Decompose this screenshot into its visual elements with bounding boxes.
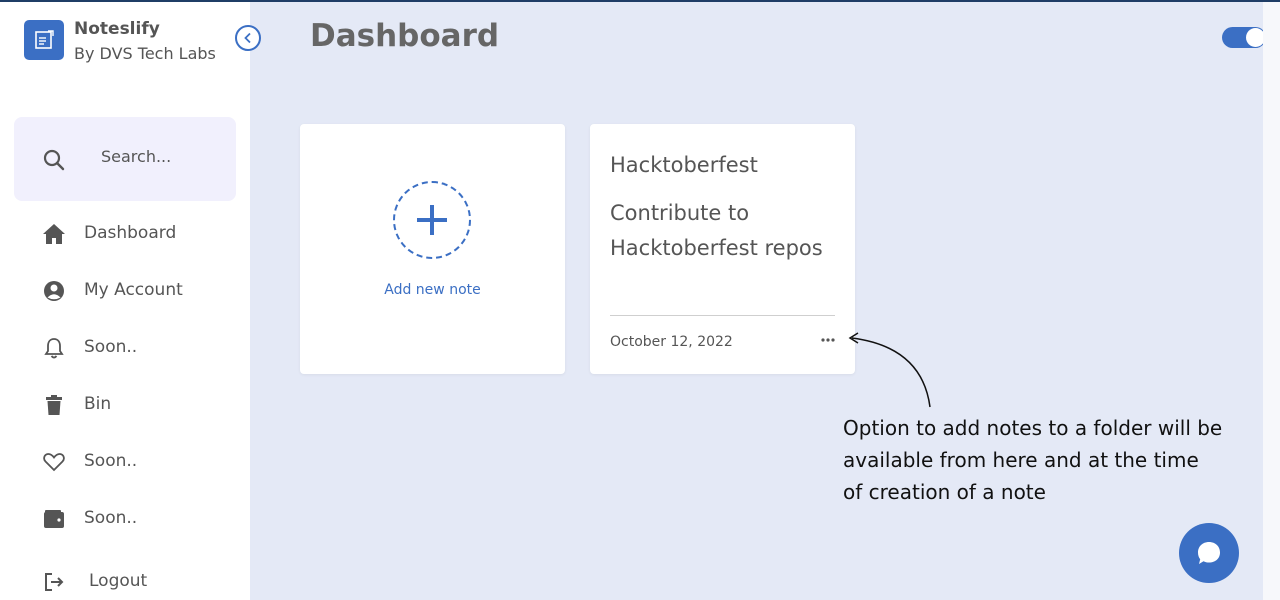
nav-label: Soon.. xyxy=(84,451,138,471)
brand-subtitle: By DVS Tech Labs xyxy=(74,44,216,63)
heart-icon xyxy=(42,450,66,474)
app-logo[interactable] xyxy=(24,20,64,60)
annotation-text: Option to add notes to a folder will be … xyxy=(843,416,1223,504)
nav-label: Bin xyxy=(84,394,112,414)
nav-label: Dashboard xyxy=(84,223,177,243)
nav-item-favorites[interactable]: Soon.. xyxy=(0,441,250,481)
sidebar: Noteslify By DVS Tech Labs Search... Das… xyxy=(0,2,250,600)
note-body: Contribute to Hacktoberfest repos xyxy=(610,201,823,260)
wallet-icon xyxy=(42,507,66,531)
home-icon xyxy=(42,222,66,246)
chevron-left-icon xyxy=(244,32,251,44)
add-note-label: Add new note xyxy=(384,282,481,298)
chat-bubble-icon xyxy=(1198,542,1220,564)
nav-label: Soon.. xyxy=(84,508,138,528)
page-title: Dashboard xyxy=(310,18,500,54)
account-circle-icon xyxy=(42,279,66,303)
add-note-button[interactable] xyxy=(393,181,471,259)
chat-button[interactable] xyxy=(1179,523,1239,583)
annotation-arrow xyxy=(848,332,931,408)
more-options-icon[interactable] xyxy=(821,337,835,343)
scrollbar[interactable] xyxy=(1263,2,1280,600)
trash-icon xyxy=(42,393,66,417)
collapse-sidebar-button[interactable] xyxy=(235,25,261,51)
nav-item-wallet[interactable]: Soon.. xyxy=(0,498,250,538)
note-card[interactable]: Hacktoberfest Contribute to Hacktoberfes… xyxy=(590,124,855,374)
brand-name: Noteslify xyxy=(74,19,160,39)
note-divider xyxy=(610,315,835,316)
plus-icon xyxy=(417,205,447,235)
nav-item-notifications[interactable]: Soon.. xyxy=(0,327,250,367)
logout-icon xyxy=(42,570,66,594)
search-box[interactable]: Search... xyxy=(14,117,236,201)
nav-label: My Account xyxy=(84,280,183,300)
theme-toggle[interactable] xyxy=(1222,27,1266,48)
add-note-card[interactable]: Add new note xyxy=(300,124,565,374)
bell-icon xyxy=(42,336,66,360)
nav-item-dashboard[interactable]: Dashboard xyxy=(0,213,250,253)
nav-label: Soon.. xyxy=(84,337,138,357)
note-title: Hacktoberfest xyxy=(610,153,758,177)
nav-item-my-account[interactable]: My Account xyxy=(0,270,250,310)
nav-label: Logout xyxy=(89,571,148,591)
note-date: October 12, 2022 xyxy=(610,334,733,350)
search-icon xyxy=(43,149,65,171)
nav-item-logout[interactable]: Logout xyxy=(0,561,250,600)
nav-item-bin[interactable]: Bin xyxy=(0,384,250,424)
notebook-icon xyxy=(35,30,54,49)
search-input[interactable]: Search... xyxy=(101,147,171,166)
